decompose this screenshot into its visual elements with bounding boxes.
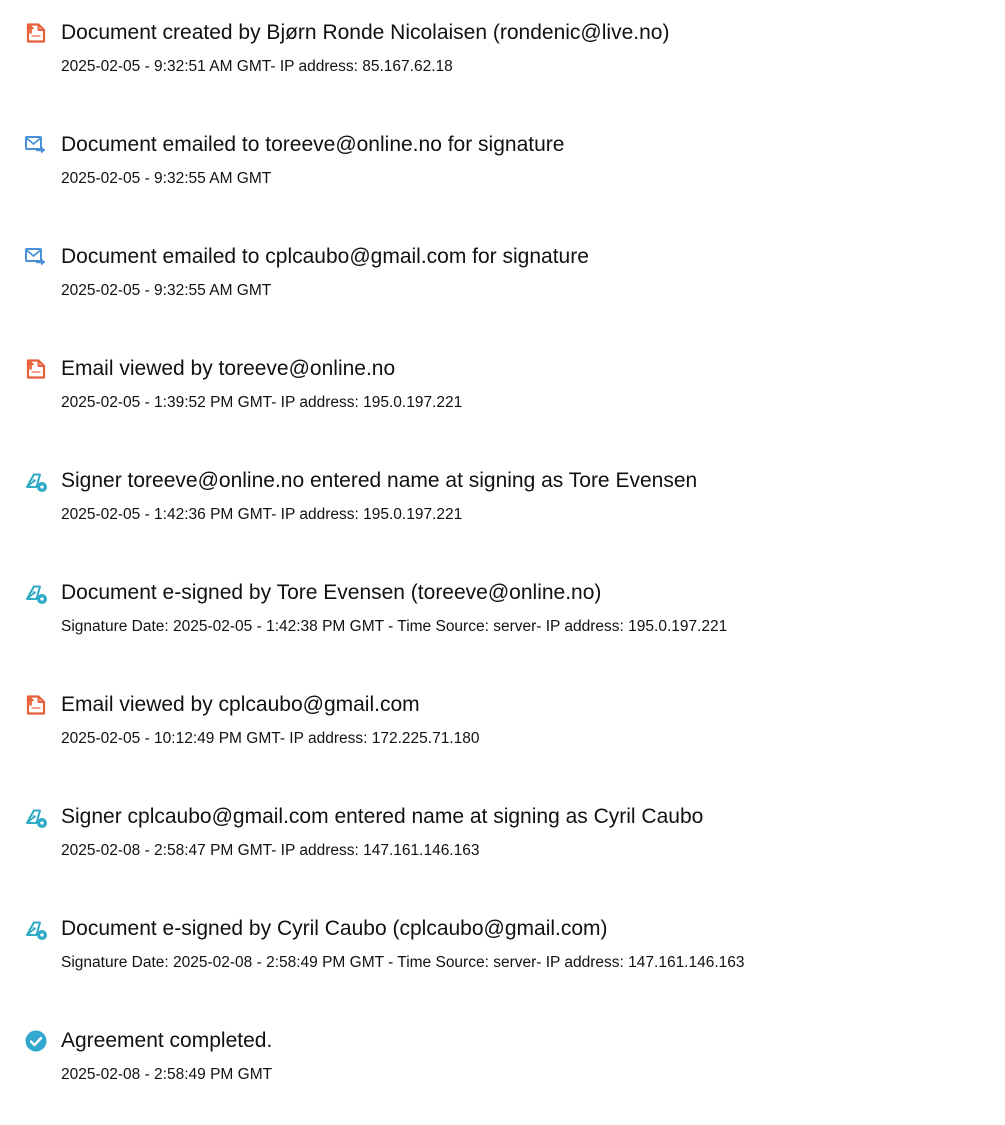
event-details: Signature Date: 2025-02-08 - 2:58:49 PM … <box>61 954 745 971</box>
document-icon <box>24 21 48 45</box>
email-icon <box>24 133 48 157</box>
event-details: 2025-02-05 - 9:32:55 AM GMT <box>61 282 272 299</box>
history-entry: Agreement completed. 2025-02-08 - 2:58:4… <box>0 1029 1005 1125</box>
event-title: Document created by Bjørn Ronde Nicolais… <box>61 21 670 44</box>
pen-icon <box>24 469 48 493</box>
event-details: 2025-02-05 - 9:32:55 AM GMT <box>61 170 272 187</box>
event-title: Document e-signed by Tore Evensen (toree… <box>61 581 602 604</box>
event-title: Document emailed to cplcaubo@gmail.com f… <box>61 245 589 268</box>
email-icon <box>24 245 48 269</box>
history-entry: Signer cplcaubo@gmail.com entered name a… <box>0 805 1005 901</box>
document-icon <box>24 357 48 381</box>
event-details: Signature Date: 2025-02-05 - 1:42:38 PM … <box>61 618 728 635</box>
event-title: Email viewed by toreeve@online.no <box>61 357 396 380</box>
pen-icon <box>24 581 48 605</box>
history-entry: Signer toreeve@online.no entered name at… <box>0 469 1005 565</box>
history-entry: Email viewed by toreeve@online.no 2025-0… <box>0 357 1005 453</box>
history-entry: Document e-signed by Tore Evensen (toree… <box>0 581 1005 677</box>
event-details: 2025-02-05 - 10:12:49 PM GMT- IP address… <box>61 730 480 747</box>
event-details: 2025-02-05 - 1:39:52 PM GMT- IP address:… <box>61 394 463 411</box>
event-details: 2025-02-08 - 2:58:47 PM GMT- IP address:… <box>61 842 480 859</box>
event-title: Agreement completed. <box>61 1029 273 1052</box>
event-details: 2025-02-05 - 1:42:36 PM GMT- IP address:… <box>61 506 463 523</box>
event-title: Email viewed by cplcaubo@gmail.com <box>61 693 420 716</box>
pen-icon <box>24 917 48 941</box>
pen-icon <box>24 805 48 829</box>
history-entry: Document e-signed by Cyril Caubo (cplcau… <box>0 917 1005 1013</box>
event-title: Document emailed to toreeve@online.no fo… <box>61 133 565 156</box>
event-title: Signer toreeve@online.no entered name at… <box>61 469 698 492</box>
history-entry: Document created by Bjørn Ronde Nicolais… <box>0 21 1005 117</box>
history-entry: Email viewed by cplcaubo@gmail.com 2025-… <box>0 693 1005 789</box>
history-entry: Document emailed to toreeve@online.no fo… <box>0 133 1005 229</box>
history-entry: Document emailed to cplcaubo@gmail.com f… <box>0 245 1005 341</box>
document-icon <box>24 693 48 717</box>
event-title: Signer cplcaubo@gmail.com entered name a… <box>61 805 704 828</box>
check-circle-icon <box>24 1029 48 1053</box>
event-title: Document e-signed by Cyril Caubo (cplcau… <box>61 917 608 940</box>
event-details: 2025-02-08 - 2:58:49 PM GMT <box>61 1066 273 1083</box>
event-details: 2025-02-05 - 9:32:51 AM GMT- IP address:… <box>61 58 453 75</box>
